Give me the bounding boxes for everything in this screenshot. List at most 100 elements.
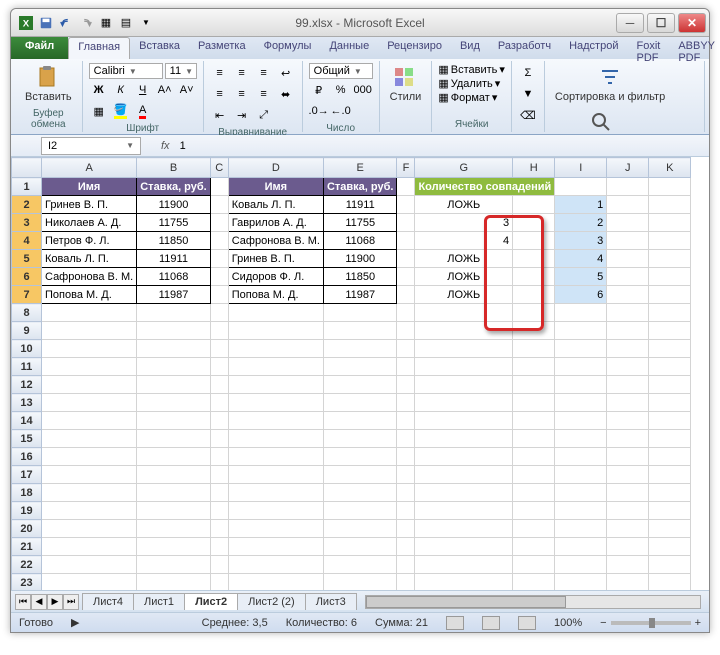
maximize-button[interactable]: ☐ <box>647 13 675 33</box>
cell[interactable] <box>649 466 691 484</box>
cell[interactable] <box>513 322 555 340</box>
cell[interactable] <box>397 286 415 304</box>
row-header[interactable]: 21 <box>12 538 42 556</box>
cell[interactable] <box>323 502 397 520</box>
tab-addins[interactable]: Надстрой <box>560 37 627 59</box>
cell[interactable]: Петров Ф. Л. <box>42 232 137 250</box>
cell[interactable]: ЛОЖЬ <box>415 286 513 304</box>
cell[interactable] <box>42 556 137 574</box>
cell[interactable] <box>210 502 228 520</box>
horizontal-scrollbar[interactable] <box>365 595 701 609</box>
formula-bar[interactable] <box>176 138 709 154</box>
cell[interactable]: 11068 <box>323 232 397 250</box>
cell[interactable]: Имя <box>42 178 137 196</box>
cell[interactable] <box>228 358 323 376</box>
cell[interactable] <box>555 376 607 394</box>
insert-cells-button[interactable]: ▦ Вставить ▾ <box>438 63 505 76</box>
tab-formulas[interactable]: Формулы <box>255 37 321 59</box>
cell[interactable] <box>607 520 649 538</box>
cell[interactable] <box>649 556 691 574</box>
cell[interactable] <box>415 448 513 466</box>
cell[interactable] <box>607 502 649 520</box>
cell[interactable] <box>42 340 137 358</box>
cell[interactable] <box>555 178 607 196</box>
cell[interactable] <box>555 520 607 538</box>
cell[interactable] <box>649 214 691 232</box>
cell[interactable] <box>42 484 137 502</box>
cell[interactable] <box>397 376 415 394</box>
cell[interactable] <box>513 196 555 214</box>
cell[interactable]: 1 <box>555 196 607 214</box>
currency-icon[interactable]: ₽ <box>309 80 329 100</box>
percent-icon[interactable]: % <box>331 80 351 100</box>
col-header[interactable]: F <box>397 158 415 178</box>
align-left-icon[interactable]: ≡ <box>210 84 230 104</box>
align-right-icon[interactable]: ≡ <box>254 84 274 104</box>
cell[interactable] <box>228 466 323 484</box>
cell[interactable] <box>555 304 607 322</box>
cell[interactable] <box>137 340 211 358</box>
cell[interactable] <box>42 448 137 466</box>
view-break-icon[interactable] <box>518 616 536 630</box>
cell[interactable] <box>649 484 691 502</box>
cell[interactable] <box>42 502 137 520</box>
cell[interactable] <box>555 394 607 412</box>
cell[interactable]: Количество совпадений <box>415 178 555 196</box>
cell[interactable] <box>555 502 607 520</box>
cell[interactable] <box>228 322 323 340</box>
row-header[interactable]: 13 <box>12 394 42 412</box>
cell[interactable] <box>607 376 649 394</box>
row-header[interactable]: 10 <box>12 340 42 358</box>
cell[interactable]: 11900 <box>323 250 397 268</box>
sheet-nav-last[interactable]: ⏭ <box>63 594 79 610</box>
cell[interactable] <box>649 232 691 250</box>
zoom-slider[interactable] <box>611 621 691 625</box>
cell[interactable] <box>415 412 513 430</box>
sheet-tab[interactable]: Лист4 <box>82 593 134 610</box>
tab-abbyy[interactable]: ABBYY PDF <box>669 37 720 59</box>
cell[interactable]: Гаврилов А. Д. <box>228 214 323 232</box>
cell[interactable] <box>513 286 555 304</box>
cell[interactable] <box>228 556 323 574</box>
cell[interactable] <box>397 358 415 376</box>
cell[interactable] <box>415 556 513 574</box>
cell[interactable]: 11755 <box>323 214 397 232</box>
number-format-select[interactable]: Общий▼ <box>309 63 373 79</box>
row-header[interactable]: 3 <box>12 214 42 232</box>
cell[interactable]: 11068 <box>137 268 211 286</box>
cell[interactable] <box>210 538 228 556</box>
format-cells-button[interactable]: ▦ Формат ▾ <box>438 91 505 104</box>
indent-inc-icon[interactable]: ⇥ <box>232 105 252 125</box>
cell[interactable] <box>649 520 691 538</box>
col-header[interactable]: D <box>228 158 323 178</box>
row-header[interactable]: 4 <box>12 232 42 250</box>
cell[interactable] <box>555 484 607 502</box>
fill-icon[interactable]: ▼ <box>518 84 538 104</box>
cell[interactable] <box>210 322 228 340</box>
cell[interactable] <box>513 556 555 574</box>
cell[interactable] <box>397 484 415 502</box>
cell[interactable]: Ставка, руб. <box>137 178 211 196</box>
cell[interactable] <box>323 376 397 394</box>
cell[interactable] <box>210 178 228 196</box>
cell[interactable] <box>397 538 415 556</box>
cell[interactable] <box>397 250 415 268</box>
cell[interactable] <box>649 340 691 358</box>
row-header[interactable]: 5 <box>12 250 42 268</box>
cell[interactable] <box>42 538 137 556</box>
redo-icon[interactable] <box>77 14 95 32</box>
cell[interactable] <box>555 358 607 376</box>
cell[interactable] <box>415 304 513 322</box>
cell[interactable] <box>607 394 649 412</box>
col-header[interactable]: I <box>555 158 607 178</box>
italic-button[interactable]: К <box>111 80 131 100</box>
cell[interactable] <box>323 430 397 448</box>
cell[interactable] <box>415 358 513 376</box>
cell[interactable] <box>607 484 649 502</box>
cell[interactable] <box>415 502 513 520</box>
col-header[interactable]: G <box>415 158 513 178</box>
cell[interactable] <box>649 322 691 340</box>
cell[interactable] <box>555 322 607 340</box>
cell[interactable] <box>397 502 415 520</box>
cell[interactable] <box>42 466 137 484</box>
